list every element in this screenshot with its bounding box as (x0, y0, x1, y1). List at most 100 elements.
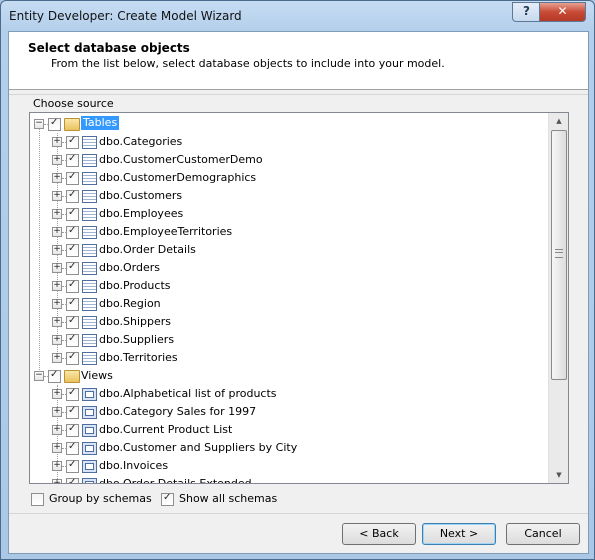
tree-item-node[interactable]: + ✓ dbo.Region (30, 295, 510, 313)
expand-icon[interactable]: + (52, 154, 62, 165)
table-icon (82, 190, 97, 203)
next-button[interactable]: Next > (422, 523, 496, 545)
tree-item-node[interactable]: + ✓ dbo.EmployeeTerritories (30, 223, 510, 241)
item-checkbox[interactable]: ✓ (66, 279, 79, 293)
table-icon (82, 136, 97, 149)
group-by-schemas-option[interactable]: Group by schemas (31, 492, 152, 508)
tree-group-node[interactable]: − ✓ Views (30, 367, 510, 385)
tree-group-node[interactable]: − ✓ Tables (30, 115, 510, 133)
tree-item-node[interactable]: + ✓ dbo.CustomerDemographics (30, 169, 510, 187)
tree-item-node[interactable]: + ✓ dbo.Invoices (30, 457, 510, 475)
collapse-icon[interactable]: − (34, 118, 44, 129)
item-label: dbo.Shippers (99, 315, 171, 328)
cancel-button[interactable]: Cancel (506, 523, 580, 545)
item-checkbox[interactable]: ✓ (66, 459, 79, 473)
item-checkbox[interactable]: ✓ (48, 117, 61, 131)
item-label: dbo.Categories (99, 135, 183, 148)
tree-item-node[interactable]: + ✓ dbo.Order Details Extended (30, 475, 510, 483)
tree-item-node[interactable]: + ✓ dbo.CustomerCustomerDemo (30, 151, 510, 169)
tree-item-node[interactable]: + ✓ dbo.Alphabetical list of products (30, 385, 510, 403)
expand-icon[interactable]: + (52, 262, 62, 273)
item-checkbox[interactable]: ✓ (66, 297, 79, 311)
item-checkbox[interactable]: ✓ (66, 423, 79, 437)
item-label: dbo.Orders (99, 261, 160, 274)
tree-item-node[interactable]: + ✓ dbo.Shippers (30, 313, 510, 331)
table-icon (82, 280, 97, 293)
item-label: dbo.Products (99, 279, 171, 292)
item-label: dbo.Employees (99, 207, 184, 220)
tree-item-node[interactable]: + ✓ dbo.Current Product List (30, 421, 510, 439)
item-checkbox[interactable]: ✓ (66, 351, 79, 365)
expand-icon[interactable]: + (52, 208, 62, 219)
item-checkbox[interactable]: ✓ (66, 405, 79, 419)
tree-item-node[interactable]: + ✓ dbo.Customers (30, 187, 510, 205)
item-label: dbo.Order Details Extended (99, 477, 252, 483)
item-checkbox[interactable]: ✓ (66, 477, 79, 483)
group-label: Tables (81, 116, 120, 130)
expand-icon[interactable]: + (52, 190, 62, 201)
item-label: dbo.Order Details (99, 243, 196, 256)
table-icon (82, 334, 97, 347)
item-checkbox[interactable]: ✓ (66, 189, 79, 203)
item-checkbox[interactable]: ✓ (48, 369, 61, 383)
expand-icon[interactable]: + (52, 244, 62, 255)
divider (9, 94, 588, 95)
scrollbar-thumb[interactable] (551, 130, 567, 380)
help-button[interactable]: ? (512, 2, 541, 22)
tree-item-node[interactable]: + ✓ dbo.Employees (30, 205, 510, 223)
item-checkbox[interactable]: ✓ (66, 135, 79, 149)
item-checkbox[interactable]: ✓ (66, 225, 79, 239)
expand-icon[interactable]: + (52, 352, 62, 363)
close-button[interactable]: ✕ (539, 2, 586, 22)
item-label: dbo.Suppliers (99, 333, 175, 346)
database-objects-tree[interactable]: − ✓ Tables + ✓ dbo.Categories + ✓ dbo.CustomerCu… (29, 112, 569, 484)
expand-icon[interactable]: + (52, 280, 62, 291)
tree-item-node[interactable]: + ✓ dbo.Categories (30, 133, 510, 151)
expand-icon[interactable]: + (52, 298, 62, 309)
expand-icon[interactable]: + (52, 442, 62, 453)
view-icon (82, 442, 97, 455)
expand-icon[interactable]: + (52, 226, 62, 237)
item-checkbox[interactable]: ✓ (66, 261, 79, 275)
table-icon (82, 154, 97, 167)
expand-icon[interactable]: + (52, 478, 62, 483)
item-checkbox[interactable]: ✓ (66, 171, 79, 185)
item-checkbox[interactable]: ✓ (66, 243, 79, 257)
view-icon (82, 424, 97, 437)
tree-item-node[interactable]: + ✓ dbo.Customer and Suppliers by City (30, 439, 510, 457)
expand-icon[interactable]: + (52, 136, 62, 147)
vertical-scrollbar[interactable]: ▲ ▼ (548, 113, 568, 483)
tree-item-node[interactable]: + ✓ dbo.Products (30, 277, 510, 295)
show-all-schemas-option[interactable]: ✓ Show all schemas (161, 492, 281, 508)
item-label: dbo.CustomerCustomerDemo (99, 153, 263, 166)
expand-icon[interactable]: + (52, 172, 62, 183)
show-all-schemas-checkbox[interactable]: ✓ (161, 492, 174, 506)
item-checkbox[interactable]: ✓ (66, 387, 79, 401)
tree-item-node[interactable]: + ✓ dbo.Order Details (30, 241, 510, 259)
tree-item-node[interactable]: + ✓ dbo.Category Sales for 1997 (30, 403, 510, 421)
tree-item-node[interactable]: + ✓ dbo.Territories (30, 349, 510, 367)
item-label: dbo.Invoices (99, 459, 169, 472)
item-checkbox[interactable]: ✓ (66, 333, 79, 347)
expand-icon[interactable]: + (52, 460, 62, 471)
expand-icon[interactable]: + (52, 334, 62, 345)
expand-icon[interactable]: + (52, 388, 62, 399)
group-label: Views (81, 369, 113, 382)
expand-icon[interactable]: + (52, 424, 62, 435)
wizard-client-area: Select database objects From the list be… (8, 31, 589, 554)
back-button[interactable]: < Back (342, 523, 416, 545)
scroll-down-arrow-icon[interactable]: ▼ (551, 467, 567, 483)
expand-icon[interactable]: + (52, 316, 62, 327)
item-checkbox[interactable]: ✓ (66, 315, 79, 329)
scroll-up-arrow-icon[interactable]: ▲ (551, 113, 567, 129)
group-by-schemas-checkbox[interactable] (31, 493, 44, 506)
item-checkbox[interactable]: ✓ (66, 153, 79, 167)
item-checkbox[interactable]: ✓ (66, 207, 79, 221)
tree-item-node[interactable]: + ✓ dbo.Suppliers (30, 331, 510, 349)
expand-icon[interactable]: + (52, 406, 62, 417)
tree-item-node[interactable]: + ✓ dbo.Orders (30, 259, 510, 277)
item-checkbox[interactable]: ✓ (66, 441, 79, 455)
item-label: dbo.Current Product List (99, 423, 233, 436)
item-label: dbo.Customers (99, 189, 183, 202)
collapse-icon[interactable]: − (34, 370, 44, 381)
